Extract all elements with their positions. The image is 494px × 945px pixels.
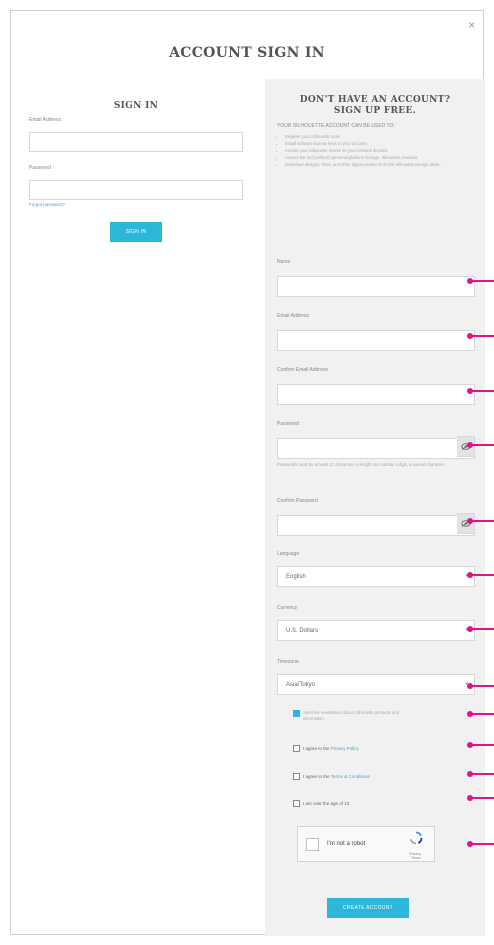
signin-email-label: Email Address	[29, 117, 61, 123]
benefit-item: Access your Silhouette Stores on your ne…	[285, 147, 473, 154]
terms-row: I agree to the Terms & Conditions	[293, 773, 370, 780]
annotation-marker	[467, 333, 494, 338]
signup-email-input[interactable]	[277, 329, 475, 351]
signup-intro: YOUR SILHOUETTE ACCOUNT CAN BE USED TO:	[277, 123, 395, 129]
newsletter-checkbox[interactable]	[293, 710, 300, 717]
annotation-marker	[467, 771, 494, 776]
confirm-password-label: Confirm Password	[277, 498, 318, 504]
timezone-label: Timezone	[277, 659, 299, 665]
name-input[interactable]	[277, 275, 475, 297]
annotation-marker	[467, 278, 494, 283]
signup-password-label: Password	[277, 421, 299, 427]
signup-heading-line1: DON'T HAVE AN ACCOUNT?	[299, 95, 451, 105]
language-label: Language	[277, 551, 300, 557]
currency-select[interactable]: U.S. Dollars ▾	[277, 620, 475, 641]
age-checkbox[interactable]	[293, 800, 300, 807]
annotation-marker	[467, 711, 494, 716]
language-field-group: Language English ▾	[277, 551, 475, 587]
timezone-select[interactable]: Asia/Tokyo ▾	[277, 674, 475, 695]
recaptcha-widget: I'm not a robot Privacy - Terms	[297, 826, 435, 862]
privacy-row: I agree to the Privacy Policy	[293, 745, 359, 752]
benefit-item: Download designs, fonts, and other digit…	[285, 161, 473, 168]
confirm-email-field-group: Confirm Email Address	[277, 367, 475, 405]
newsletter-text: Send me newsletters about Silhouette pro…	[303, 710, 399, 721]
annotation-marker	[467, 442, 494, 447]
signup-heading: DON'T HAVE AN ACCOUNT? SIGN UP FREE.	[277, 95, 473, 117]
create-account-button[interactable]: CREATE ACCOUNT	[327, 898, 409, 918]
name-label: Name	[277, 259, 291, 265]
recaptcha-label: I'm not a robot	[327, 841, 366, 847]
annotation-marker	[467, 626, 494, 631]
benefit-item: Access the 3rd (uniform) personal platfo…	[285, 154, 473, 161]
currency-field-group: Currency U.S. Dollars ▾	[277, 605, 475, 641]
annotation-marker	[467, 683, 494, 688]
signup-password-input[interactable]	[277, 437, 475, 459]
recaptcha-icon: Privacy - Terms	[404, 831, 428, 860]
signin-email-input[interactable]	[29, 132, 243, 152]
benefit-item: Register your Silhouette tools.	[285, 133, 473, 140]
benefits-list: Register your Silhouette tools. Install …	[277, 133, 473, 168]
annotation-marker	[467, 572, 494, 577]
annotation-marker	[467, 518, 494, 523]
confirm-email-label: Confirm Email Address	[277, 367, 328, 373]
language-value: English	[286, 573, 306, 580]
signin-button[interactable]: SIGN IN	[110, 222, 162, 242]
timezone-value: Asia/Tokyo	[286, 681, 316, 688]
privacy-checkbox[interactable]	[293, 745, 300, 752]
name-field-group: Name	[277, 259, 475, 297]
currency-label: Currency	[277, 605, 298, 611]
age-row: I am over the age of 13	[293, 800, 349, 807]
terms-conditions-link[interactable]: Terms & Conditions	[331, 774, 370, 779]
confirm-password-input[interactable]	[277, 514, 475, 536]
close-icon[interactable]: ×	[468, 19, 475, 31]
eye-icon[interactable]	[457, 513, 475, 534]
annotation-marker	[467, 841, 494, 846]
newsletter-row: Send me newsletters about Silhouette pro…	[293, 710, 403, 722]
email-field-group: Email Address	[277, 313, 475, 351]
signin-password-input[interactable]	[29, 180, 243, 200]
signin-password-label: Password	[29, 165, 51, 171]
privacy-policy-link[interactable]: Privacy Policy	[331, 746, 359, 751]
forgot-password-link[interactable]: Forgot password?	[29, 202, 243, 207]
terms-text: I agree to the Terms & Conditions	[303, 773, 370, 780]
signin-form: SIGN IN Email Address Password Forgot pa…	[29, 101, 243, 242]
annotation-marker	[467, 742, 494, 747]
signup-heading-line2: SIGN UP FREE.	[333, 106, 417, 116]
confirm-password-field-group: Confirm Password	[277, 498, 475, 536]
terms-checkbox[interactable]	[293, 773, 300, 780]
sign-in-modal: × ACCOUNT SIGN IN SIGN IN Email Address …	[10, 10, 485, 936]
timezone-field-group: Timezone Asia/Tokyo ▾	[277, 659, 475, 695]
age-text: I am over the age of 13	[303, 801, 350, 806]
confirm-email-input[interactable]	[277, 383, 475, 405]
privacy-prefix: I agree to the	[303, 746, 331, 751]
benefit-item: Install software license keys to your ac…	[285, 140, 473, 147]
password-hint: Passwords must be at least 11 characters…	[277, 461, 445, 467]
page-title: ACCOUNT SIGN IN	[169, 45, 325, 61]
annotation-marker	[467, 795, 494, 800]
recaptcha-terms[interactable]: Privacy - Terms	[404, 852, 428, 860]
currency-value: U.S. Dollars	[286, 627, 319, 634]
privacy-text: I agree to the Privacy Policy	[303, 745, 359, 752]
password-field-group: Password Passwords must be at least 11 c…	[277, 421, 475, 468]
signup-email-label: Email Address	[277, 313, 309, 319]
signin-heading: SIGN IN	[113, 101, 159, 111]
terms-prefix: I agree to the	[303, 774, 331, 779]
recaptcha-checkbox[interactable]	[306, 837, 319, 851]
annotation-marker	[467, 388, 494, 393]
language-select[interactable]: English ▾	[277, 566, 475, 587]
